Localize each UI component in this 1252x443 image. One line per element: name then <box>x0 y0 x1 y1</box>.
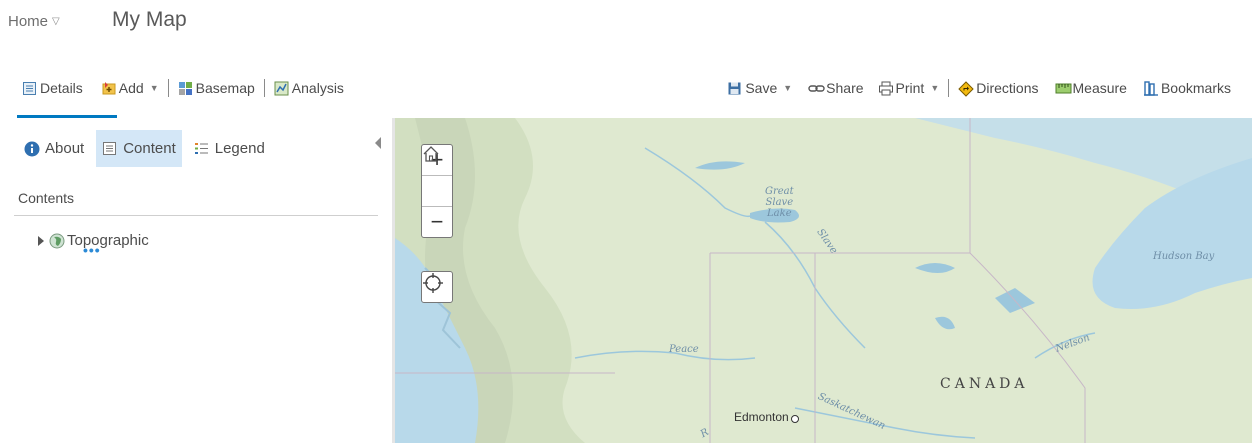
print-button[interactable]: Print ▼ <box>875 77 943 99</box>
measure-label: Measure <box>1072 80 1127 96</box>
bookmarks-label: Bookmarks <box>1160 80 1231 96</box>
expand-arrow-icon[interactable] <box>38 235 44 246</box>
tab-about-label: About <box>45 140 85 157</box>
map-label-hudson-bay: Hudson Bay <box>1153 251 1215 262</box>
measure-icon <box>1055 81 1071 96</box>
layer-name: Topographic <box>67 232 149 249</box>
chevron-down-icon: ▼ <box>930 83 940 93</box>
collapse-panel-icon[interactable] <box>375 137 381 149</box>
share-label: Share <box>826 80 864 96</box>
analysis-label: Analysis <box>291 80 344 96</box>
city-marker-icon <box>790 415 799 423</box>
chevron-down-icon: ▼ <box>783 83 793 93</box>
info-icon <box>24 141 40 157</box>
home-label: Home <box>8 13 49 30</box>
tab-content-label: Content <box>123 140 176 157</box>
save-button[interactable]: Save ▼ <box>724 77 795 99</box>
legend-list-icon <box>194 141 209 156</box>
toolbar-divider <box>263 79 265 97</box>
measure-button[interactable]: Measure <box>1052 77 1130 99</box>
directions-button[interactable]: Directions <box>955 77 1041 99</box>
bookmarks-button[interactable]: Bookmarks <box>1140 77 1234 99</box>
map-label-edmonton: Edmonton <box>734 410 799 424</box>
basemap-label: Basemap <box>195 80 255 96</box>
analysis-button[interactable]: Analysis <box>271 77 347 99</box>
home-extent-button[interactable] <box>422 146 452 207</box>
details-button[interactable]: Details <box>19 77 86 99</box>
map-label-great-slave-lake: Great Slave Lake <box>765 186 794 219</box>
link-icon <box>808 81 825 96</box>
details-icon <box>22 81 37 96</box>
add-icon <box>101 81 116 96</box>
details-panel: About Content Legend Contents Topographi… <box>0 118 394 443</box>
tab-legend-label: Legend <box>214 140 265 157</box>
locate-button[interactable] <box>421 271 453 303</box>
home-icon <box>423 146 439 162</box>
printer-icon <box>878 81 893 96</box>
share-button[interactable]: Share <box>805 77 866 99</box>
more-options-icon[interactable]: ••• <box>83 242 101 258</box>
basemap-grid-icon <box>178 81 193 96</box>
divider <box>14 215 378 216</box>
map-label-canada: CANADA <box>940 376 1029 392</box>
zoom-control: + − <box>421 144 453 238</box>
basemap-button[interactable]: Basemap <box>175 77 258 99</box>
save-label: Save <box>745 80 778 96</box>
toolbar-divider <box>167 79 169 97</box>
city-name: Edmonton <box>734 410 789 424</box>
directions-label: Directions <box>976 80 1039 96</box>
tab-legend[interactable]: Legend <box>188 130 271 167</box>
directions-icon <box>958 80 974 97</box>
print-label: Print <box>895 80 925 96</box>
bookmark-icon <box>1143 80 1158 96</box>
add-label: Add <box>118 80 144 96</box>
content-icon <box>102 141 117 156</box>
tab-about[interactable]: About <box>18 130 90 167</box>
globe-icon <box>49 233 65 249</box>
chevron-down-icon: ▼ <box>149 83 159 93</box>
map-view[interactable]: + − Great Slave Lake Slave Hudson Bay Pe… <box>395 118 1252 443</box>
home-menu[interactable]: Home ▽ <box>8 13 60 30</box>
tab-content[interactable]: Content <box>96 130 182 167</box>
crosshair-icon <box>423 273 443 293</box>
chevron-down-icon: ▽ <box>52 16 60 27</box>
contents-heading: Contents <box>18 190 75 206</box>
toolbar-divider <box>948 79 950 97</box>
analysis-icon <box>274 81 289 96</box>
map-toolbar: Details Add ▼ Basemap Analysis Save ▼ Sh… <box>0 64 1252 118</box>
map-label-peace: Peace <box>669 344 699 355</box>
app-header: Home ▽ My Map <box>0 0 1252 58</box>
details-label: Details <box>40 80 83 96</box>
zoom-out-button[interactable]: − <box>422 207 452 237</box>
save-icon <box>727 81 742 96</box>
add-button[interactable]: Add ▼ <box>98 77 162 99</box>
page-title: My Map <box>112 8 187 31</box>
